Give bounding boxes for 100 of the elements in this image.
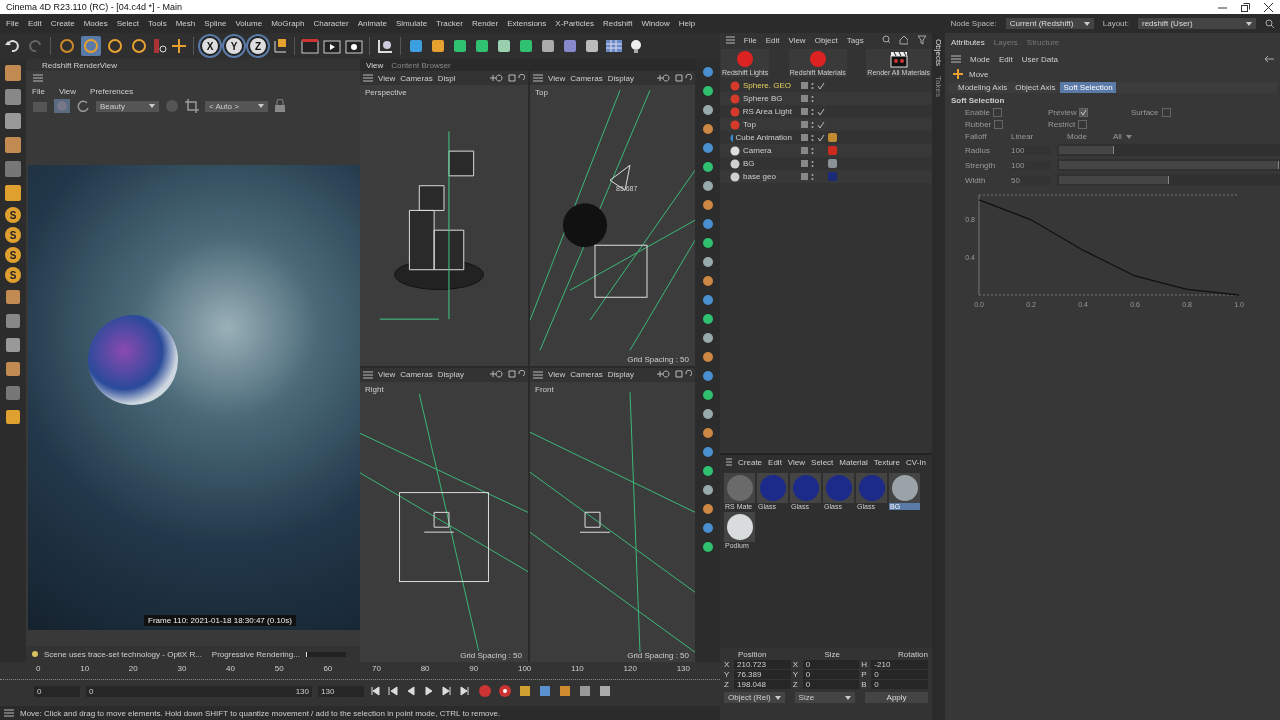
- object-row[interactable]: Top: [720, 118, 932, 131]
- menu-item[interactable]: View: [548, 370, 566, 379]
- menu-icon[interactable]: [363, 370, 373, 379]
- snap-button[interactable]: S: [5, 207, 21, 223]
- tool-icon[interactable]: [700, 407, 715, 421]
- visibility-checkbox[interactable]: [801, 173, 808, 180]
- coordinate-mode-dropdown[interactable]: Object (Rel): [724, 692, 785, 703]
- panel-tab[interactable]: View: [366, 60, 384, 70]
- tool-icon[interactable]: [3, 383, 23, 403]
- tool-icon[interactable]: [3, 359, 23, 379]
- menu-item[interactable]: Cameras: [570, 370, 603, 379]
- search-icon[interactable]: [881, 35, 891, 45]
- frame-field[interactable]: 0: [34, 685, 80, 697]
- tool-icon[interactable]: [700, 426, 715, 440]
- menu-item[interactable]: View: [58, 86, 77, 96]
- panel-tab[interactable]: Content Browser: [391, 60, 451, 70]
- material-tag-icon[interactable]: [828, 159, 837, 168]
- object-icon[interactable]: [517, 38, 535, 54]
- axis-lock-button[interactable]: Z: [248, 36, 268, 56]
- playback-icon[interactable]: [406, 686, 418, 696]
- home-icon[interactable]: [899, 35, 909, 45]
- checkbox[interactable]: [1078, 120, 1088, 129]
- size-field[interactable]: 0: [802, 670, 860, 679]
- falloff-dropdown[interactable]: Linear: [1011, 132, 1061, 141]
- filter-icon[interactable]: [917, 35, 926, 45]
- menu-item[interactable]: File: [6, 19, 19, 28]
- apply-button[interactable]: Apply: [865, 692, 928, 703]
- position-field[interactable]: 198.048: [734, 680, 791, 689]
- object-icon[interactable]: [473, 38, 491, 54]
- material-tag-icon[interactable]: [828, 133, 837, 142]
- tool-icon[interactable]: [700, 483, 715, 497]
- enabled-check-icon[interactable]: [817, 120, 825, 129]
- menu-item[interactable]: File: [32, 86, 45, 96]
- rotation-field[interactable]: -210: [871, 660, 928, 669]
- position-field[interactable]: 210.723: [734, 660, 791, 669]
- material-swatch[interactable]: [790, 473, 821, 503]
- material-swatch[interactable]: [889, 473, 920, 503]
- menu-item[interactable]: View: [378, 73, 396, 83]
- tool-icon[interactable]: [700, 198, 715, 212]
- material-swatch[interactable]: [724, 473, 755, 503]
- menu-item[interactable]: Tools: [147, 19, 167, 28]
- visibility-checkbox[interactable]: [801, 134, 808, 141]
- size-field[interactable]: 0: [802, 680, 860, 689]
- object-row[interactable]: Camera: [720, 144, 932, 157]
- size-mode-dropdown[interactable]: Size: [794, 692, 856, 703]
- menu-item[interactable]: Edit: [768, 457, 782, 467]
- object-row[interactable]: Sphere BG: [720, 92, 932, 105]
- playback-icon[interactable]: [388, 686, 400, 696]
- snap-button[interactable]: S: [5, 227, 21, 243]
- object-icon[interactable]: [583, 38, 601, 54]
- playback-icon[interactable]: [370, 686, 382, 696]
- tool-icon[interactable]: [700, 350, 715, 364]
- tool-icon[interactable]: [700, 160, 715, 174]
- layer-dots-icon[interactable]: [811, 133, 814, 142]
- object-icon[interactable]: [561, 38, 579, 54]
- slider-track[interactable]: [1057, 174, 1280, 186]
- tool-icon[interactable]: [700, 540, 715, 554]
- viewport[interactable]: Perspective: [360, 85, 528, 366]
- object-icon[interactable]: [495, 38, 513, 54]
- menu-item[interactable]: Edit: [999, 54, 1013, 64]
- tool-icon[interactable]: [700, 293, 715, 307]
- key-icon[interactable]: [578, 684, 592, 698]
- attribute-tab[interactable]: Object Axis: [1012, 82, 1059, 93]
- material-swatch[interactable]: [823, 473, 854, 503]
- menu-item[interactable]: View: [787, 457, 806, 467]
- object-row[interactable]: Sphere. GEO: [720, 79, 932, 92]
- menu-item[interactable]: Window: [641, 19, 670, 28]
- tool-icon[interactable]: [700, 312, 715, 326]
- menu-item[interactable]: Cameras: [400, 73, 433, 83]
- menu-item[interactable]: Cameras: [400, 370, 433, 379]
- restore-icon[interactable]: [1241, 2, 1250, 12]
- autokey-icon[interactable]: [498, 684, 512, 698]
- node-space-dropdown[interactable]: Current (Redshift): [1005, 18, 1094, 29]
- mode-icon[interactable]: [3, 135, 23, 155]
- menu-item[interactable]: Modes: [83, 19, 108, 28]
- visibility-checkbox[interactable]: [801, 95, 808, 102]
- tool-icon[interactable]: [700, 274, 715, 288]
- tool-icon[interactable]: [700, 521, 715, 535]
- viewport[interactable]: Right Grid Spacing : 50: [360, 381, 528, 662]
- visibility-checkbox[interactable]: [801, 108, 808, 115]
- menu-item[interactable]: Create: [50, 19, 75, 28]
- size-field[interactable]: 0: [802, 660, 860, 669]
- mode-icon[interactable]: [3, 159, 23, 179]
- tool-icon[interactable]: [3, 407, 23, 427]
- visibility-checkbox[interactable]: [801, 121, 808, 128]
- rotation-field[interactable]: 0: [871, 670, 928, 679]
- menu-item[interactable]: Simulate: [396, 19, 428, 28]
- panel-tab[interactable]: Attributes: [951, 37, 985, 47]
- menu-item[interactable]: File: [743, 35, 757, 45]
- menu-icon[interactable]: [533, 370, 543, 379]
- checkbox[interactable]: [992, 108, 1002, 117]
- menu-item[interactable]: Render: [471, 19, 499, 28]
- record-icon[interactable]: [478, 684, 492, 698]
- tool-icon[interactable]: [700, 464, 715, 478]
- render-play-icon[interactable]: [323, 38, 341, 54]
- menu-item[interactable]: X-Particles: [555, 19, 594, 28]
- menu-item[interactable]: Redshift: [603, 19, 633, 28]
- menu-icon[interactable]: [363, 74, 373, 82]
- back-arrow-icon[interactable]: [1263, 54, 1275, 64]
- tool-icon[interactable]: [700, 141, 715, 155]
